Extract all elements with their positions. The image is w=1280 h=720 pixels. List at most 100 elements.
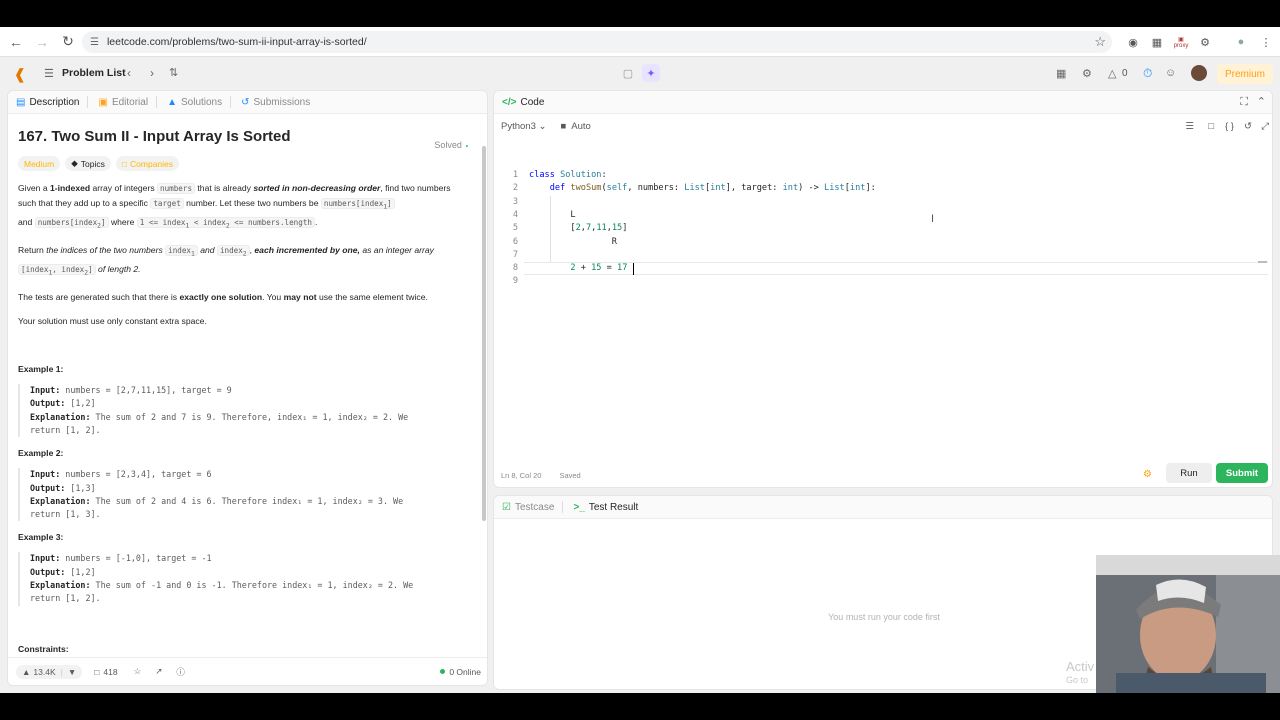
ai-assistant-icon[interactable]: ✦ [642,64,660,82]
format-icon[interactable]: ☰ [1185,121,1194,132]
tag-icon: ◆ [71,158,78,168]
webcam-overlay [1096,555,1280,693]
browser-window: ← → ↻ ☰ leetcode.com/problems/two-sum-ii… [0,27,1280,693]
timer-icon[interactable]: ⏱ [1143,66,1152,81]
line-number: 3 [512,196,518,207]
problem-title[interactable]: 167. Two Sum II - Input Array Is Sorted [18,128,468,145]
topics-chip[interactable]: ◆ Topics [65,156,111,171]
streak-count: 0 [1122,68,1128,79]
extension-icon[interactable]: ◉ [1125,34,1141,50]
problem-bottom-bar: ▲ 13.4K | ▼ □ 418 ☆ ↗ ⓘ 0 Online [8,657,487,685]
text-cursor [633,263,634,275]
flask-icon: ▲ [167,96,177,108]
reset-icon[interactable]: ↺ [1244,121,1252,132]
lock-icon: ■ [560,120,567,132]
example-3: Example 3: Input: numbers = [-1,0], targ… [18,532,468,606]
solved-label: Solved [434,140,462,150]
braces-icon[interactable]: { } [1225,121,1234,132]
line-number: 9 [512,276,518,287]
minimap-marker [1258,261,1267,263]
divider [230,96,232,108]
code-line: [2,7,11,15] [529,223,628,234]
problem-list-link[interactable]: Problem List [62,67,126,79]
share-icon[interactable]: ↗ [155,666,162,677]
help-icon[interactable]: ⓘ [176,666,185,678]
leetcode-logo-icon[interactable]: ❰ [14,66,26,83]
address-bar[interactable]: ☰ leetcode.com/problems/two-sum-ii-input… [82,31,1112,53]
tab-solutions[interactable]: ▲ Solutions [167,97,222,108]
terminal-icon: >_ [573,501,585,513]
auto-mode-label[interactable]: Auto [571,121,591,132]
like-button[interactable]: ▲ 13.4K | ▼ [16,664,83,679]
layout-icon[interactable]: ▦ [1056,67,1066,80]
tab-submissions[interactable]: ↺ Submissions [241,97,310,108]
language-select[interactable]: Python3 ⌄ [501,121,546,132]
example-box: Input: numbers = [2,7,11,15], target = 9… [18,384,468,438]
notes-icon[interactable]: ▢ [619,64,637,82]
description-paragraph-4: Your solution must use only constant ext… [18,316,207,327]
reload-icon[interactable]: ↻ [56,30,80,54]
proxy-extension-icon[interactable]: ▣ proxy [1173,34,1189,50]
tab-editorial[interactable]: ▣ Editorial [98,97,148,108]
expand-editor-icon[interactable]: ⤢ [1261,121,1269,132]
settings-gear-icon[interactable]: ⚙ [1082,67,1092,80]
submit-button[interactable]: Submit [1216,463,1268,483]
line-number: 1 [512,170,518,180]
random-problem-icon[interactable]: ⇅ [169,66,178,79]
code-line: L [529,209,576,220]
code-panel: </> Code ⛶ ⌃ Python3 ⌄ ■ Auto ☰ □ { } ↺ ⤢… [493,90,1273,488]
code-line: class Solution: [529,170,607,180]
browser-menu-icon[interactable]: ⋮ [1258,34,1274,50]
run-button[interactable]: Run [1166,463,1212,483]
tab-description[interactable]: ▤ Description [16,97,79,108]
tab-test-result[interactable]: >_ Test Result [573,502,638,513]
profile-icon[interactable]: ● [1233,34,1249,50]
difficulty-badge: Medium [18,156,61,171]
extension-grid-icon[interactable]: ▦ [1149,34,1165,50]
back-icon[interactable]: ← [4,30,28,54]
history-icon: ↺ [241,96,250,108]
debug-icon[interactable]: ⚙ [1143,469,1152,480]
comment-icon: □ [94,666,100,677]
collapse-icon[interactable]: ⌃ [1257,95,1266,108]
code-tabbar: </> Code ⛶ ⌃ [494,91,1272,114]
avatar[interactable] [1191,65,1207,81]
example-box: Input: numbers = [2,3,4], target = 6 Out… [18,468,468,522]
code-editor[interactable]: 1 class Solution: 2 def twoSum(self, numbe… [494,169,1272,289]
list-icon: ☰ [44,68,54,80]
next-problem-icon[interactable]: › [150,66,154,80]
description-scrollbar[interactable] [482,146,486,521]
current-line-highlight [524,262,1268,275]
constraints-heading: Constraints: [18,643,69,654]
comments-button[interactable]: □ 418 [94,667,117,677]
extensions-puzzle-icon[interactable]: ⚙ [1197,34,1213,50]
top-black-bar [0,0,1280,27]
companies-chip[interactable]: □ Companies [115,156,180,171]
description-paragraph-3: The tests are generated such that there … [18,292,428,303]
prev-problem-icon[interactable]: ‹ [127,66,131,80]
site-info-icon[interactable]: ☰ [90,37,99,48]
forward-icon[interactable]: → [30,30,54,54]
lock-icon: □ [121,158,128,169]
browser-toolbar: ← → ↻ ☰ leetcode.com/problems/two-sum-ii… [0,27,1280,57]
premium-button[interactable]: Premium [1217,64,1273,84]
bookmark-star-icon[interactable]: ☆ [1094,34,1106,50]
thumbs-down-icon[interactable]: ▼ [68,667,76,677]
description-paragraph-1: Given a 1-indexed array of integers numb… [18,183,451,230]
leetcode-top-nav: ❰ ☰ Problem List ‹ › ⇅ ▢ ✦ ▦ ⚙ △ 0 ⏱ ☺ P… [0,58,1280,90]
online-count: 0 Online [440,667,481,677]
activate-windows-watermark: Activ Go to [1066,659,1095,685]
fullscreen-icon[interactable]: ⛶ [1240,96,1248,109]
text-cursor-icon: I [931,213,935,225]
line-number: 6 [512,236,518,247]
code-line: R [529,236,617,247]
line-number: 8 [512,263,518,274]
editor-status: Ln 8, Col 20 Saved [501,471,581,480]
add-friend-icon[interactable]: ☺ [1165,67,1176,79]
streak-fire-icon[interactable]: △ [1108,67,1116,80]
favorite-star-icon[interactable]: ☆ [134,666,142,677]
code-icon: </> [502,96,517,108]
tab-code[interactable]: </> Code [502,97,544,108]
tab-testcase[interactable]: ☑ Testcase [502,502,554,513]
bookmark-icon[interactable]: □ [1208,121,1214,132]
